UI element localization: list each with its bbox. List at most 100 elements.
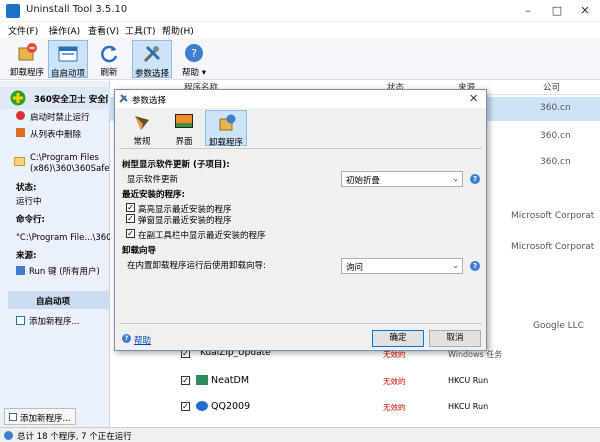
cmd-value: "C:\Program File...\360tray (16, 233, 110, 243)
column-company[interactable]: 公司 (543, 81, 560, 95)
status-label: 状态: (16, 183, 37, 193)
popup-label: 弹窗显示最近安装的程序 (138, 216, 232, 226)
tab-uninstaller-label: 卸载程序 (208, 138, 243, 148)
row-company: 360.cn (540, 157, 571, 167)
tab-uninstaller[interactable]: 卸载程序 (205, 110, 247, 148)
window-title: Uninstall Tool 3.5.10 (26, 4, 128, 15)
options-dialog: 参数选择 ✕ 常规 界面 卸载程序 树型显示软件更新 (子项目): 显示软件更新… (114, 89, 487, 351)
menu-view[interactable]: 查看(V) (88, 24, 119, 37)
row-name: QQ2009 (211, 401, 251, 412)
row-status: 无效的 (383, 377, 406, 386)
ok-button[interactable]: 确定 (372, 330, 424, 347)
tab-interface[interactable]: 界面 (163, 110, 205, 147)
highlight-checkbox[interactable]: ✓ (126, 203, 135, 212)
popup-checkbox[interactable]: ✓ (126, 214, 135, 223)
menu-action[interactable]: 操作(A) (49, 24, 80, 37)
add-new-label: 添加新程序... (20, 414, 71, 424)
options-button[interactable]: 参数选择 (132, 40, 172, 79)
dialog-close-button[interactable]: ✕ (469, 92, 478, 105)
app-path: C:\Program Files (x86)\360\360Safe\safe (30, 153, 110, 174)
remove-icon (16, 128, 25, 137)
table-row[interactable]: ✓ QQ2009 无效的 HKCU Run (110, 397, 600, 415)
show-updates-value: 初始折叠 (346, 176, 381, 186)
app-icon (196, 375, 208, 385)
row-company: 360.cn (540, 131, 571, 141)
folder-icon (14, 157, 25, 166)
registry-icon (16, 266, 25, 275)
wizard-value: 询问 (346, 263, 364, 273)
options-label: 参数选择 (134, 69, 169, 79)
help-link[interactable]: 帮助 (134, 334, 151, 346)
source-label: 来源: (16, 251, 37, 261)
add-new-program-button[interactable]: 添加新程序... (4, 408, 76, 425)
status-bar: 总计 18 个程序, 7 个正在运行 (0, 427, 600, 442)
menu-file[interactable]: 文件(F) (8, 24, 38, 37)
help-link-icon: ? (122, 334, 131, 343)
remove-from-list-link[interactable]: 从列表中删除 (30, 128, 81, 140)
recent-heading: 最近安装的程序: (122, 190, 185, 200)
show-updates-label: 显示软件更新 (127, 175, 179, 185)
row-company: 360.cn (540, 103, 571, 113)
add-program-icon (16, 316, 25, 325)
toolbar-label: 在副工具栏中显示最近安装的程序 (138, 231, 266, 241)
uninstaller-tab-icon (219, 114, 236, 131)
row-name: NeatDM (211, 375, 250, 386)
show-updates-select[interactable]: 初始折叠 ⌄ (341, 171, 463, 187)
startup-label: 自启动项 (50, 69, 85, 79)
toolbar-checkbox[interactable]: ✓ (126, 229, 135, 238)
disable-icon (16, 111, 25, 120)
wizard-heading: 卸载向导 (122, 246, 157, 256)
menu-tools[interactable]: 工具(T) (125, 24, 156, 37)
uninstall-icon (18, 43, 37, 61)
menu-help[interactable]: 帮助(H) (162, 24, 194, 37)
close-button[interactable]: ✕ (571, 2, 599, 20)
startup-button[interactable]: 自启动项 (48, 40, 88, 79)
help-icon[interactable]: ? (470, 174, 480, 184)
row-checkbox[interactable]: ✓ (181, 376, 190, 385)
refresh-button[interactable]: 刷新 (92, 40, 126, 78)
tab-divider (119, 148, 482, 149)
wizard-label: 在内置卸载程序运行后使用卸载向导: (127, 261, 266, 271)
table-row[interactable]: ✓ NeatDM 无效的 HKCU Run (110, 371, 600, 389)
360-logo-icon (10, 90, 26, 106)
add-new-program-link[interactable]: 添加新程序... (29, 315, 80, 327)
details-panel: 360安全卫士 安全防护 启动时禁止运行 从列表中删除 C:\Program F… (0, 81, 110, 427)
row-status: 无效的 (383, 403, 406, 412)
uninstall-button[interactable]: 卸载程序 (6, 40, 48, 78)
maximize-button[interactable]: □ (543, 2, 571, 20)
row-company: Google LLC (533, 321, 584, 331)
interface-tab-icon (175, 114, 193, 128)
status-text: 总计 18 个程序, 7 个正在运行 (17, 432, 132, 442)
startup-section-title: 自启动项 (36, 297, 71, 307)
add-icon (9, 413, 17, 421)
uninstall-label: 卸载程序 (9, 68, 44, 78)
chevron-down-icon: ⌄ (452, 174, 459, 183)
row-checkbox[interactable]: ✓ (181, 402, 190, 411)
tab-general-label: 常规 (133, 137, 151, 147)
tab-interface-label: 界面 (175, 137, 193, 147)
dialog-tools-icon (119, 94, 128, 103)
app-icon (6, 4, 20, 18)
dialog-title-bar: 参数选择 ✕ (115, 90, 486, 108)
minimize-button[interactable]: – (514, 2, 542, 20)
startup-icon (58, 46, 78, 62)
footer-divider (119, 323, 482, 324)
info-icon (4, 431, 13, 440)
help-button[interactable]: ? 帮助 ▾ (178, 40, 210, 78)
row-source: HKCU Run (448, 376, 489, 385)
general-tab-icon (135, 116, 149, 130)
toolbar: 卸载程序 自启动项 刷新 参数选择 ? 帮助 ▾ (0, 38, 600, 80)
help-icon[interactable]: ? (470, 261, 480, 271)
chevron-down-icon: ⌄ (452, 261, 459, 270)
wizard-select[interactable]: 询问 ⌄ (341, 258, 463, 274)
source-value: Run 键 (所有用户) (29, 267, 100, 277)
cancel-button[interactable]: 取消 (429, 330, 481, 347)
status-value: 运行中 (16, 197, 42, 207)
refresh-icon (101, 45, 118, 63)
help-label: 帮助 ▾ (182, 68, 206, 78)
row-company: Microsoft Corporat (511, 211, 595, 221)
disable-startup-link[interactable]: 启动时禁止运行 (30, 111, 90, 123)
tab-general[interactable]: 常规 (121, 110, 163, 147)
tree-heading: 树型显示软件更新 (子项目): (122, 160, 230, 170)
refresh-label: 刷新 (100, 68, 118, 78)
